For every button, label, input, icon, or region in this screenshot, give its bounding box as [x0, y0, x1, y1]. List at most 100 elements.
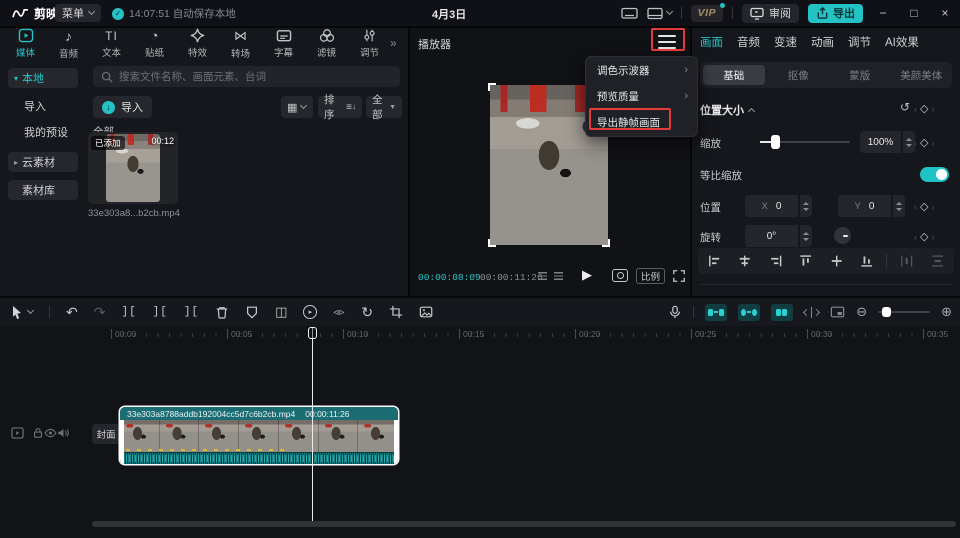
shortcut-keyboard-icon[interactable]: [620, 6, 638, 20]
tab-text[interactable]: TI 文本: [90, 28, 133, 59]
align-bottom-icon[interactable]: [860, 254, 873, 268]
sidebar-item-presets[interactable]: 我的预设: [8, 122, 78, 142]
global-preview-zoom-icon[interactable]: [830, 305, 845, 319]
tab-captions[interactable]: 字幕: [262, 28, 305, 59]
scale-slider[interactable]: [760, 135, 850, 149]
filter-button[interactable]: 全部 ▼: [366, 94, 402, 121]
player-menu-button[interactable]: [658, 35, 676, 49]
tab-sticker[interactable]: ◔ 贴纸: [133, 28, 176, 59]
search-input[interactable]: 搜索文件名称、画面元素、台词: [93, 66, 400, 87]
delete-right-button[interactable]: ][: [184, 306, 199, 318]
trim-handle-right[interactable]: [394, 420, 398, 464]
align-center-horizontal-icon[interactable]: [738, 254, 751, 268]
tab-media[interactable]: 媒体: [4, 28, 47, 59]
fullscreen-icon[interactable]: [672, 269, 686, 283]
maximize-button[interactable]: □: [903, 6, 925, 20]
review-button[interactable]: 审阅: [742, 3, 799, 23]
delete-left-button[interactable]: ][: [153, 306, 168, 318]
vip-badge[interactable]: VIP: [690, 2, 725, 22]
collapse-panel-chevron[interactable]: »: [390, 36, 397, 50]
subtab-beauty[interactable]: 美颜美体: [891, 62, 953, 88]
rotate-button[interactable]: ↻: [361, 304, 373, 321]
subtab-basic[interactable]: 基础: [703, 65, 765, 85]
link-toggle[interactable]: [770, 303, 793, 321]
selection-handle[interactable]: [488, 239, 496, 247]
position-y-stepper[interactable]: [892, 195, 905, 217]
next-frame-icon[interactable]: [554, 272, 563, 281]
subtab-mask[interactable]: 蒙版: [829, 62, 891, 88]
prev-frame-icon[interactable]: [538, 272, 547, 281]
sidebar-item-import[interactable]: 导入: [8, 96, 78, 116]
import-button[interactable]: ↓ 导入: [93, 96, 152, 118]
section-position-size[interactable]: 位置大小: [700, 102, 756, 118]
sidebar-item-library[interactable]: 素材库: [8, 180, 78, 200]
trim-handle-left[interactable]: [120, 420, 124, 464]
sidebar-item-cloud[interactable]: ▸ 云素材: [8, 152, 78, 172]
position-x-field[interactable]: X0: [745, 195, 798, 217]
slider-handle[interactable]: [771, 135, 780, 149]
tab-animation[interactable]: 动画: [811, 34, 834, 50]
crop-button[interactable]: [389, 305, 403, 319]
align-middle-vertical-icon[interactable]: [830, 254, 843, 268]
preview-axis-toggle[interactable]: [802, 306, 821, 318]
selection-handle[interactable]: [488, 83, 496, 91]
layout-switch-button[interactable]: [646, 7, 673, 20]
select-tool-button[interactable]: [10, 305, 35, 320]
timeline-zoom-slider[interactable]: [878, 307, 931, 317]
menu-item-preview-quality[interactable]: 预览质量 ›: [586, 83, 697, 109]
selection-handle[interactable]: [602, 239, 610, 247]
play-button[interactable]: ▶: [582, 267, 592, 283]
keyframe-control[interactable]: ‹ ◇ ›: [914, 136, 934, 149]
keyframe-control[interactable]: ‹ ◇ ›: [914, 230, 934, 243]
main-track-magnet-toggle[interactable]: [704, 303, 727, 321]
tab-effects[interactable]: 特效: [176, 28, 219, 59]
view-mode-button[interactable]: ▦: [281, 96, 313, 118]
tab-video[interactable]: 画面: [700, 34, 723, 50]
reverse-button[interactable]: ◫: [275, 304, 287, 320]
align-right-icon[interactable]: [769, 254, 782, 268]
keyframe-control[interactable]: ‹ ◇ ›: [914, 200, 934, 213]
media-card[interactable]: 已添加 00:12: [88, 132, 178, 204]
frame-capture-icon[interactable]: [612, 269, 628, 282]
tab-ai-effects[interactable]: AI效果: [885, 34, 919, 50]
menu-item-export-still-frame[interactable]: 导出静帧画面: [586, 109, 697, 135]
sort-button[interactable]: 排序 ≡ ↓: [318, 94, 362, 121]
record-voiceover-button[interactable]: [668, 304, 682, 320]
ratio-button[interactable]: 比例: [636, 268, 666, 284]
align-top-icon[interactable]: [799, 254, 812, 268]
sidebar-item-local[interactable]: ▾ 本地: [8, 68, 78, 88]
menu-item-scopes[interactable]: 调色示波器 ›: [586, 57, 697, 83]
rotate-stepper[interactable]: [799, 225, 812, 247]
uniform-scale-toggle[interactable]: [920, 167, 949, 182]
keyframe-control[interactable]: ‹ ◇ ›: [914, 102, 934, 115]
zoom-out-icon[interactable]: ⊖: [856, 304, 867, 320]
zoom-in-icon[interactable]: ⊕: [941, 304, 952, 320]
split-button[interactable]: ][: [121, 306, 136, 318]
align-left-icon[interactable]: [708, 254, 721, 268]
subtab-keying[interactable]: 抠像: [768, 62, 830, 88]
slider-handle[interactable]: [882, 307, 892, 317]
tab-speed[interactable]: 变速: [774, 34, 797, 50]
menu-button[interactable]: 菜单: [55, 4, 101, 22]
mirror-button[interactable]: ◃▹: [333, 307, 345, 318]
freeze-frame-button[interactable]: [245, 305, 259, 319]
position-y-field[interactable]: Y0: [838, 195, 891, 217]
tab-transitions[interactable]: ⋈ 转场: [219, 28, 262, 60]
export-button[interactable]: 导出: [808, 3, 863, 23]
undo-button[interactable]: ↶: [66, 304, 78, 321]
cover-button[interactable]: 封面: [92, 424, 120, 444]
chroma-key-button[interactable]: [419, 305, 434, 319]
rotate-value-field[interactable]: 0°: [745, 225, 798, 247]
lock-track-icon[interactable]: [32, 426, 44, 439]
tab-audio[interactable]: ♪ 音频: [47, 28, 90, 60]
rotation-dial[interactable]: [834, 227, 851, 244]
reset-icon[interactable]: ↺: [900, 100, 910, 114]
scale-value-field[interactable]: 100%: [860, 131, 901, 153]
delete-button[interactable]: [215, 305, 229, 320]
timeline-horizontal-scrollbar[interactable]: [92, 521, 956, 527]
close-button[interactable]: ×: [934, 6, 956, 20]
minimize-button[interactable]: −: [872, 6, 894, 20]
tab-adjust[interactable]: 调节: [348, 28, 391, 59]
tab-audio-settings[interactable]: 音频: [737, 34, 760, 50]
auto-snap-toggle[interactable]: [737, 303, 760, 321]
